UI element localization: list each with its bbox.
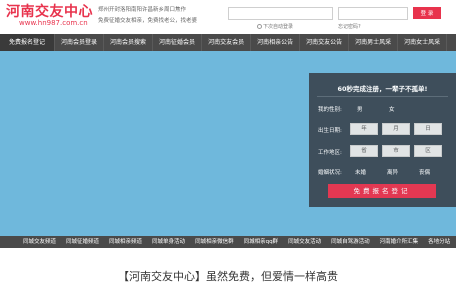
channel-item-marriage[interactable]: 同城征婚频道 bbox=[61, 236, 104, 248]
nav-item-dating-notices[interactable]: 河南交友公告 bbox=[300, 34, 350, 51]
site-description: 郑州开封洛阳南阳许昌新乡周口焦作 免费征婚交友相亲，免费找老公，找老婆 bbox=[98, 5, 223, 27]
slogan: 【河南交友中心】虽然免费，但爱情一样高贵 bbox=[118, 270, 338, 283]
site-logo-title[interactable]: 河南交友中心 bbox=[6, 1, 93, 21]
birth-month-select[interactable]: 月 bbox=[382, 123, 410, 135]
channel-item-dating-events[interactable]: 同城交友活动 bbox=[283, 236, 326, 248]
nav-item-search[interactable]: 河南会员搜索 bbox=[104, 34, 154, 51]
main-nav: 免费报名登记 河南会员登录 河南会员搜索 河南征婚会员 河南交友会员 河南相亲公… bbox=[0, 34, 456, 51]
nav-item-blind-date-notices[interactable]: 河南相亲公告 bbox=[251, 34, 301, 51]
nav-item-men[interactable]: 河南男士风采 bbox=[349, 34, 399, 51]
description-line-1: 郑州开封洛阳南阳许昌新乡周口焦作 bbox=[98, 7, 187, 13]
remember-radio-icon[interactable] bbox=[257, 24, 262, 29]
channel-item-road-trip[interactable]: 同城自驾游活动 bbox=[326, 236, 375, 248]
username-input[interactable] bbox=[228, 7, 333, 20]
birth-day-select[interactable]: 日 bbox=[414, 123, 442, 135]
channel-item-qq-group[interactable]: 同城相亲qq群 bbox=[239, 236, 283, 248]
remember-label: 下次自动登录 bbox=[263, 24, 294, 30]
channel-item-branches[interactable]: 各地分站 bbox=[423, 236, 455, 248]
description-line-2: 免费征婚交友相亲，免费找老公，找老婆 bbox=[98, 18, 198, 24]
password-input[interactable] bbox=[338, 7, 408, 20]
channel-item-singles-events[interactable]: 同城单身活动 bbox=[147, 236, 190, 248]
work-area-label: 工作地区: bbox=[318, 150, 342, 156]
channel-nav: 同城交友频道 同城征婚频道 同城相亲频道 同城单身活动 同城相亲微信群 同城相亲… bbox=[0, 236, 456, 248]
nav-item-login[interactable]: 河南会员登录 bbox=[55, 34, 105, 51]
nav-item-women[interactable]: 河南女士风采 bbox=[398, 34, 448, 51]
nav-item-dating-members[interactable]: 河南交友会员 bbox=[202, 34, 252, 51]
nav-item-marriage-members[interactable]: 河南征婚会员 bbox=[153, 34, 203, 51]
channel-item-agencies[interactable]: 河南婚介所汇集 bbox=[375, 236, 424, 248]
gender-option-male[interactable]: 男 bbox=[357, 105, 363, 113]
marital-option-divorced[interactable]: 离异 bbox=[387, 168, 398, 176]
remember-me[interactable]: 下次自动登录 bbox=[257, 23, 293, 30]
birth-year-select[interactable]: 年 bbox=[350, 123, 378, 135]
register-button[interactable]: 免费报名登记 bbox=[328, 184, 436, 198]
site-logo-url[interactable]: www.hn987.com.cn bbox=[19, 19, 88, 27]
birth-date-label: 出生日期: bbox=[318, 128, 342, 134]
channel-item-dating[interactable]: 同城交友频道 bbox=[0, 236, 61, 248]
forgot-password-link[interactable]: 忘记密码? bbox=[338, 23, 361, 30]
top-header: 河南交友中心 www.hn987.com.cn 郑州开封洛阳南阳许昌新乡周口焦作… bbox=[0, 0, 456, 34]
nav-item-register[interactable]: 免费报名登记 bbox=[0, 34, 56, 51]
gender-option-female[interactable]: 女 bbox=[389, 105, 395, 113]
marital-option-widowed[interactable]: 丧偶 bbox=[419, 168, 430, 176]
area-city-select[interactable]: 市 bbox=[382, 145, 410, 157]
divider bbox=[317, 96, 448, 97]
channel-item-blind-date[interactable]: 同城相亲频道 bbox=[104, 236, 147, 248]
register-panel-title: 60秒完成注册，一辈子不孤单! bbox=[337, 85, 428, 93]
gender-label: 我的性别: bbox=[318, 107, 342, 113]
area-county-select[interactable]: 区 bbox=[414, 145, 442, 157]
area-province-select[interactable]: 省 bbox=[350, 145, 378, 157]
register-panel: 60秒完成注册，一辈子不孤单! 我的性别: 男 女 出生日期: 年 月 日 工作… bbox=[309, 73, 456, 207]
marital-option-single[interactable]: 未婚 bbox=[355, 168, 366, 176]
channel-item-wechat-group[interactable]: 同城相亲微信群 bbox=[190, 236, 239, 248]
login-button[interactable]: 登 录 bbox=[413, 7, 441, 19]
marital-status-label: 婚姻状况: bbox=[318, 170, 342, 176]
